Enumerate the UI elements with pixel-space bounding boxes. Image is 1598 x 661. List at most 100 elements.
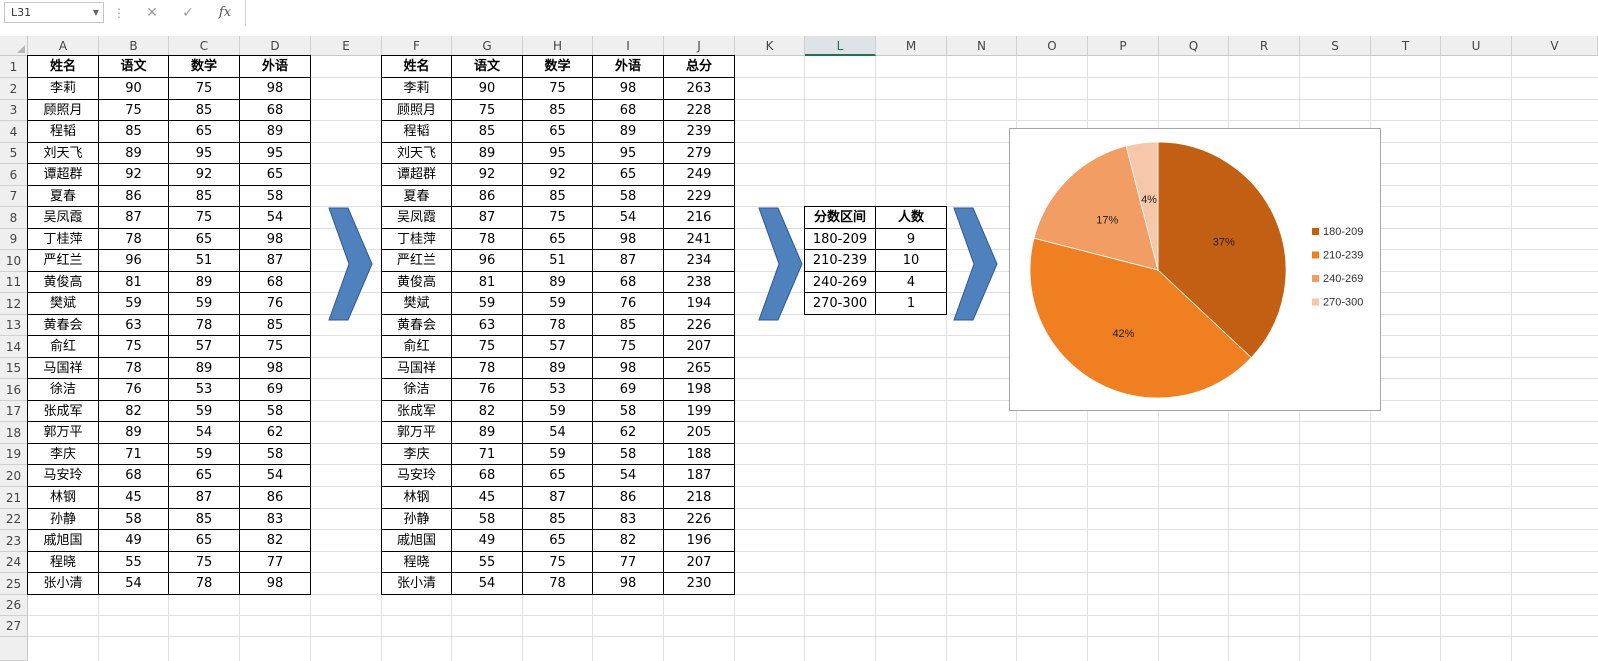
scores-data-cell[interactable]: 谭超群 — [28, 164, 99, 186]
scores-data-cell[interactable]: 李莉 — [28, 78, 99, 100]
scores-data-cell[interactable]: 45 — [99, 487, 169, 509]
row-header-16[interactable]: 16 — [0, 379, 28, 401]
column-header-e[interactable]: E — [311, 36, 382, 56]
totals-data-cell[interactable]: 263 — [664, 78, 735, 100]
totals-data-cell[interactable]: 98 — [593, 358, 664, 379]
scores-data-cell[interactable]: 85 — [240, 315, 311, 336]
scores-data-cell[interactable]: 夏春 — [28, 186, 99, 207]
scores-header-cell[interactable]: 姓名 — [28, 56, 99, 78]
scores-data-cell[interactable]: 98 — [240, 573, 311, 595]
totals-data-cell[interactable]: 207 — [664, 552, 735, 573]
scores-data-cell[interactable]: 58 — [240, 401, 311, 422]
totals-data-cell[interactable]: 58 — [593, 401, 664, 422]
scores-data-cell[interactable]: 92 — [169, 164, 240, 186]
row-header-17[interactable]: 17 — [0, 401, 28, 422]
totals-data-cell[interactable]: 68 — [452, 465, 523, 487]
totals-data-cell[interactable]: 196 — [664, 530, 735, 552]
row-header-25[interactable]: 25 — [0, 573, 28, 595]
scores-data-cell[interactable]: 孙静 — [28, 509, 99, 530]
scores-data-cell[interactable]: 马国祥 — [28, 358, 99, 379]
totals-data-cell[interactable]: 65 — [523, 229, 593, 250]
totals-data-cell[interactable]: 241 — [664, 229, 735, 250]
totals-data-cell[interactable]: 54 — [452, 573, 523, 595]
totals-data-cell[interactable]: 188 — [664, 444, 735, 465]
scores-data-cell[interactable]: 59 — [169, 401, 240, 422]
row-header-4[interactable]: 4 — [0, 121, 28, 143]
totals-data-cell[interactable]: 87 — [452, 207, 523, 229]
column-header-f[interactable]: F — [382, 36, 452, 56]
totals-data-cell[interactable]: 95 — [523, 143, 593, 164]
totals-data-cell[interactable]: 54 — [593, 207, 664, 229]
row-header-5[interactable]: 5 — [0, 143, 28, 164]
totals-data-cell[interactable]: 205 — [664, 422, 735, 444]
name-box[interactable]: L31 ▼ — [4, 2, 104, 23]
range-data-cell[interactable]: 10 — [876, 250, 947, 272]
totals-data-cell[interactable]: 92 — [452, 164, 523, 186]
totals-data-cell[interactable]: 239 — [664, 121, 735, 143]
scores-data-cell[interactable]: 张小清 — [28, 573, 99, 595]
totals-data-cell[interactable]: 62 — [593, 422, 664, 444]
range-data-cell[interactable]: 180-209 — [805, 229, 876, 250]
totals-data-cell[interactable]: 68 — [593, 272, 664, 293]
totals-data-cell[interactable]: 98 — [593, 78, 664, 100]
scores-data-cell[interactable]: 75 — [99, 100, 169, 121]
scores-data-cell[interactable]: 樊斌 — [28, 293, 99, 315]
totals-data-cell[interactable]: 58 — [452, 509, 523, 530]
totals-data-cell[interactable]: 45 — [452, 487, 523, 509]
row-header-10[interactable]: 10 — [0, 250, 28, 272]
totals-data-cell[interactable]: 59 — [523, 444, 593, 465]
scores-data-cell[interactable]: 85 — [99, 121, 169, 143]
column-header-a[interactable]: A — [28, 36, 99, 56]
scores-data-cell[interactable]: 89 — [99, 143, 169, 164]
totals-data-cell[interactable]: 92 — [523, 164, 593, 186]
totals-data-cell[interactable]: 51 — [523, 250, 593, 272]
totals-data-cell[interactable]: 孙静 — [382, 509, 452, 530]
column-header-m[interactable]: M — [876, 36, 947, 56]
scores-data-cell[interactable]: 59 — [169, 444, 240, 465]
totals-data-cell[interactable]: 85 — [523, 186, 593, 207]
totals-data-cell[interactable]: 马安玲 — [382, 465, 452, 487]
totals-data-cell[interactable]: 87 — [523, 487, 593, 509]
totals-data-cell[interactable]: 78 — [452, 358, 523, 379]
column-header-h[interactable]: H — [523, 36, 593, 56]
scores-data-cell[interactable]: 俞红 — [28, 336, 99, 358]
totals-data-cell[interactable]: 李莉 — [382, 78, 452, 100]
scores-data-cell[interactable]: 86 — [99, 186, 169, 207]
row-header-6[interactable]: 6 — [0, 164, 28, 186]
range-data-cell[interactable]: 270-300 — [805, 293, 876, 315]
totals-data-cell[interactable]: 86 — [593, 487, 664, 509]
totals-data-cell[interactable]: 194 — [664, 293, 735, 315]
row-header-23[interactable]: 23 — [0, 530, 28, 552]
totals-data-cell[interactable]: 249 — [664, 164, 735, 186]
totals-data-cell[interactable]: 程晓 — [382, 552, 452, 573]
scores-data-cell[interactable]: 68 — [99, 465, 169, 487]
column-header-u[interactable]: U — [1441, 36, 1512, 56]
totals-data-cell[interactable]: 85 — [523, 100, 593, 121]
scores-data-cell[interactable]: 53 — [169, 379, 240, 401]
scores-data-cell[interactable]: 徐洁 — [28, 379, 99, 401]
totals-data-cell[interactable]: 53 — [523, 379, 593, 401]
row-header-24[interactable]: 24 — [0, 552, 28, 573]
column-header-d[interactable]: D — [240, 36, 311, 56]
totals-data-cell[interactable]: 郭万平 — [382, 422, 452, 444]
totals-data-cell[interactable]: 187 — [664, 465, 735, 487]
column-header-p[interactable]: P — [1088, 36, 1159, 56]
scores-data-cell[interactable]: 51 — [169, 250, 240, 272]
totals-data-cell[interactable]: 樊斌 — [382, 293, 452, 315]
scores-data-cell[interactable]: 55 — [99, 552, 169, 573]
scores-data-cell[interactable]: 林钢 — [28, 487, 99, 509]
totals-data-cell[interactable]: 238 — [664, 272, 735, 293]
totals-data-cell[interactable]: 234 — [664, 250, 735, 272]
scores-data-cell[interactable]: 65 — [240, 164, 311, 186]
column-header-b[interactable]: B — [99, 36, 169, 56]
scores-data-cell[interactable]: 75 — [240, 336, 311, 358]
totals-data-cell[interactable]: 59 — [523, 401, 593, 422]
totals-data-cell[interactable]: 58 — [593, 186, 664, 207]
scores-data-cell[interactable]: 刘天飞 — [28, 143, 99, 164]
scores-data-cell[interactable]: 65 — [169, 465, 240, 487]
totals-data-cell[interactable]: 丁桂萍 — [382, 229, 452, 250]
totals-data-cell[interactable]: 57 — [523, 336, 593, 358]
scores-data-cell[interactable]: 65 — [169, 121, 240, 143]
scores-data-cell[interactable]: 郭万平 — [28, 422, 99, 444]
totals-data-cell[interactable]: 吴凤霞 — [382, 207, 452, 229]
